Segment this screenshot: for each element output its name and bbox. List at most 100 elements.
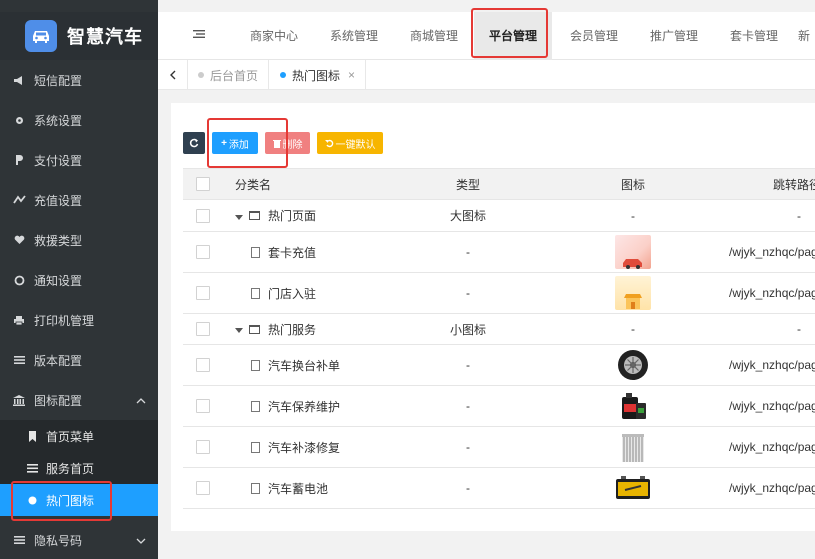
- sidebar-item-label: 支付设置: [34, 153, 83, 168]
- row-checkbox[interactable]: [196, 481, 210, 495]
- tab-mall-management[interactable]: 商城管理: [398, 12, 470, 60]
- payment-icon: [12, 153, 26, 167]
- tab-member-management[interactable]: 会员管理: [558, 12, 630, 60]
- engine-oil-icon: [622, 393, 646, 419]
- category-name: 套卡充值: [268, 245, 317, 260]
- table-row[interactable]: 汽车保养维护 - /wjyk_nzhqc/pages/: [183, 386, 815, 427]
- sidebar-subitem-label: 首页菜单: [46, 429, 95, 444]
- refresh-icon: [189, 138, 199, 148]
- category-type: -: [466, 245, 470, 259]
- table-row[interactable]: 汽车蓄电池 - /wjyk_nzhqc/pages/: [183, 468, 815, 509]
- page-tab-label: 热门图标: [292, 68, 341, 83]
- sidebar-item-printer[interactable]: 打印机管理: [0, 300, 158, 340]
- circle-icon: [12, 273, 26, 287]
- category-icon-cell: [583, 427, 683, 467]
- row-checkbox[interactable]: [196, 358, 210, 372]
- tree-node: 套卡充值: [251, 232, 316, 272]
- category-icon-cell: [583, 345, 683, 385]
- reset-default-button[interactable]: 一键默认: [317, 132, 383, 154]
- chevron-down-icon: [136, 533, 146, 547]
- category-link: /wjyk_nzhqc/pages/: [729, 399, 815, 413]
- page-tab-hot-icons[interactable]: 热门图标 ×: [270, 60, 367, 90]
- tire-icon: [618, 350, 648, 380]
- sidebar-item-recharge[interactable]: 充值设置: [0, 180, 158, 220]
- sidebar-item-system[interactable]: 系统设置: [0, 100, 158, 140]
- folder-icon: [249, 211, 260, 220]
- category-link: /wjyk_nzhqc/pages/: [729, 358, 815, 372]
- tab-dot-icon: [280, 72, 286, 78]
- heart-icon: [12, 233, 26, 247]
- file-icon: [251, 359, 260, 371]
- category-type: -: [466, 440, 470, 454]
- caret-down-icon[interactable]: [235, 209, 243, 223]
- tab-promotion-management[interactable]: 推广管理: [638, 12, 710, 60]
- sidebar-item-rescue[interactable]: 救援类型: [0, 220, 158, 260]
- sidebar-item-payment[interactable]: 支付设置: [0, 140, 158, 180]
- sidebar-subitem-service-home[interactable]: 服务首页: [0, 452, 158, 484]
- chevron-left-icon[interactable]: [158, 60, 188, 90]
- sidebar-item-privacy-number[interactable]: 隐私号码: [0, 520, 158, 559]
- category-icon-cell: [583, 232, 683, 272]
- row-checkbox[interactable]: [196, 399, 210, 413]
- file-icon: [251, 246, 260, 258]
- sidebar-item-sms[interactable]: 短信配置: [0, 60, 158, 100]
- tab-system-management[interactable]: 系统管理: [318, 12, 390, 60]
- category-type: 小图标: [449, 322, 486, 337]
- category-name: 热门页面: [268, 209, 317, 223]
- tree-node: 汽车保养维护: [251, 386, 340, 426]
- chevron-up-icon: [136, 393, 146, 407]
- bookmark-icon: [26, 430, 38, 442]
- sidebar-item-label: 救援类型: [34, 233, 83, 248]
- close-icon[interactable]: ×: [348, 68, 355, 82]
- table-row[interactable]: 汽车换台补单 - /wjyk_nzhqc/pages/: [183, 345, 815, 386]
- sidebar-item-icon-config[interactable]: 图标配置: [0, 380, 158, 420]
- table-row[interactable]: 门店入驻 - /wjyk_nzhqc/pages/: [183, 273, 815, 314]
- tree-node: 门店入驻: [251, 273, 316, 313]
- sidebar-subitem-home-menu[interactable]: 首页菜单: [0, 420, 158, 452]
- file-icon: [251, 287, 260, 299]
- row-checkbox[interactable]: [196, 286, 210, 300]
- tree-node: 汽车补漆修复: [251, 427, 340, 467]
- refresh-button[interactable]: [183, 132, 205, 154]
- category-name: 汽车蓄电池: [268, 481, 329, 496]
- category-type: 大图标: [449, 209, 486, 223]
- sidebar-item-label: 短信配置: [34, 73, 83, 88]
- sidebar-item-version[interactable]: 版本配置: [0, 340, 158, 380]
- page-tab-home[interactable]: 后台首页: [188, 60, 270, 90]
- column-header-link: 跳转路径: [773, 177, 815, 192]
- page-tabs-bar: 后台首页 热门图标 ×: [158, 60, 815, 90]
- table-row[interactable]: 汽车补漆修复 - /wjyk_nzhqc/pages/: [183, 427, 815, 468]
- table-row-group[interactable]: 热门页面 大图标 - -: [183, 200, 815, 232]
- reset-default-label: 一键默认: [335, 139, 376, 151]
- select-all-checkbox[interactable]: [196, 177, 210, 191]
- card-recharge-thumbnail-icon: [615, 235, 651, 269]
- row-checkbox[interactable]: [196, 440, 210, 454]
- category-type: -: [466, 481, 470, 495]
- printer-icon: [12, 313, 26, 327]
- row-checkbox[interactable]: [196, 208, 210, 223]
- caret-down-icon[interactable]: [235, 322, 243, 336]
- filter-element-icon: [622, 434, 644, 462]
- megaphone-icon: [12, 73, 26, 87]
- table-row-group[interactable]: 热门服务 小图标 - -: [183, 314, 815, 345]
- row-checkbox[interactable]: [196, 245, 210, 259]
- tab-more[interactable]: 新: [798, 12, 815, 60]
- highlight-platform-tab: [471, 8, 548, 58]
- category-link: /wjyk_nzhqc/pages/: [729, 286, 815, 300]
- folder-icon: [249, 324, 260, 334]
- tree-node: 热门页面: [235, 200, 316, 231]
- category-type: -: [466, 399, 470, 413]
- list-icon: [12, 533, 26, 547]
- menu-toggle-icon[interactable]: [193, 28, 205, 42]
- table-row[interactable]: 套卡充值 - /wjyk_nzhqc/pages/: [183, 232, 815, 273]
- category-name: 汽车补漆修复: [268, 440, 341, 455]
- row-checkbox[interactable]: [196, 322, 210, 336]
- column-header-icon: 图标: [620, 177, 645, 192]
- column-header-type: 类型: [455, 177, 480, 192]
- category-link: -: [797, 208, 801, 223]
- sidebar-item-notify[interactable]: 通知设置: [0, 260, 158, 300]
- tab-card-management[interactable]: 套卡管理: [718, 12, 790, 60]
- category-name: 汽车换台补单: [268, 358, 341, 373]
- bank-icon: [12, 393, 26, 407]
- tab-merchant-center[interactable]: 商家中心: [238, 12, 310, 60]
